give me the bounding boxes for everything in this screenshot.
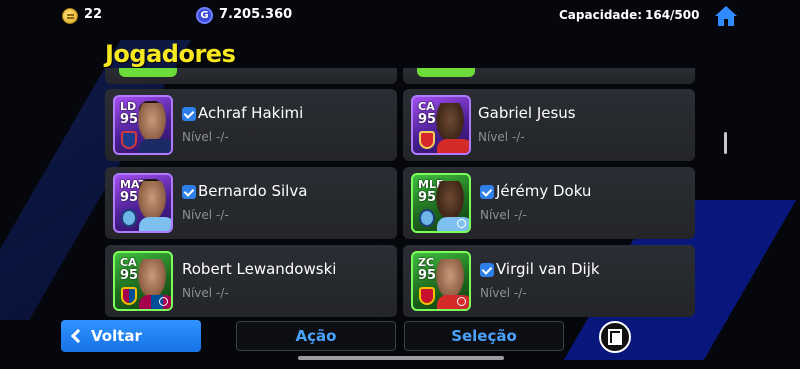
- player-name: Achraf Hakimi: [198, 104, 304, 122]
- card-type-icon: [457, 219, 466, 228]
- player-portrait: CA 95: [411, 95, 471, 155]
- verified-icon: [182, 107, 196, 121]
- copy-icon[interactable]: [599, 321, 631, 353]
- club-crest-icon: [419, 131, 435, 149]
- player-portrait: MLE 95: [411, 173, 471, 233]
- back-button[interactable]: Voltar: [61, 320, 201, 352]
- capacity-label: Capacidade:: [559, 8, 643, 22]
- club-crest-icon: [121, 287, 137, 305]
- player-card[interactable]: CA 95 Robert Lewandowski Nível -/-: [105, 245, 397, 317]
- coin-balance: 22: [84, 7, 103, 22]
- player-card-partial[interactable]: [403, 68, 695, 84]
- player-name: Gabriel Jesus: [478, 104, 576, 122]
- player-level: Nível -/-: [182, 208, 229, 222]
- player-card[interactable]: CA 95 Gabriel Jesus Nível -/-: [403, 89, 695, 161]
- player-name: Jérémy Doku: [496, 182, 592, 200]
- capacity-value: 164/500: [645, 8, 700, 22]
- selection-button[interactable]: Seleção: [404, 321, 564, 351]
- club-crest-icon: [121, 131, 137, 149]
- player-card-partial[interactable]: [105, 68, 397, 84]
- verified-icon: [480, 185, 494, 199]
- coin-icon: [62, 8, 78, 24]
- player-level: Nível -/-: [478, 130, 525, 144]
- player-card[interactable]: LD 95 Achraf Hakimi Nível -/-: [105, 89, 397, 161]
- page-title: Jogadores: [105, 40, 236, 68]
- player-level: Nível -/-: [182, 130, 229, 144]
- club-crest-icon: [419, 209, 435, 227]
- player-name: Bernardo Silva: [198, 182, 308, 200]
- player-level: Nível -/-: [182, 286, 229, 300]
- club-crest-icon: [121, 209, 137, 227]
- verified-icon: [182, 185, 196, 199]
- player-card[interactable]: MAT 95 Bernardo Silva Nível -/-: [105, 167, 397, 239]
- player-portrait: MAT 95: [113, 173, 173, 233]
- card-type-icon: [457, 297, 466, 306]
- player-card[interactable]: MLE 95 Jérémy Doku Nível -/-: [403, 167, 695, 239]
- player-portrait: CA 95: [113, 251, 173, 311]
- player-portrait: LD 95: [113, 95, 173, 155]
- player-card[interactable]: ZC 95 Virgil van Dijk Nível -/-: [403, 245, 695, 317]
- verified-icon: [480, 263, 494, 277]
- home-indicator[interactable]: [298, 356, 504, 360]
- player-level: Nível -/-: [480, 286, 527, 300]
- player-level: Nível -/-: [480, 208, 527, 222]
- gp-balance: 7.205.360: [219, 7, 293, 22]
- player-name: Robert Lewandowski: [182, 260, 337, 278]
- player-portrait: ZC 95: [411, 251, 471, 311]
- home-icon[interactable]: [714, 5, 738, 27]
- club-crest-icon: [419, 287, 435, 305]
- action-button[interactable]: Ação: [236, 321, 396, 351]
- scrollbar[interactable]: [724, 132, 727, 154]
- player-name: Virgil van Dijk: [496, 260, 600, 278]
- top-bar: 22 G 7.205.360 Capacidade: 164/500: [0, 0, 800, 32]
- back-button-label: Voltar: [91, 327, 142, 345]
- player-list[interactable]: LD 95 Achraf Hakimi Nível -/- CA 95 Gabr…: [100, 68, 700, 318]
- gp-icon: G: [196, 7, 213, 24]
- card-type-icon: [159, 297, 168, 306]
- chevron-left-icon: [70, 328, 86, 344]
